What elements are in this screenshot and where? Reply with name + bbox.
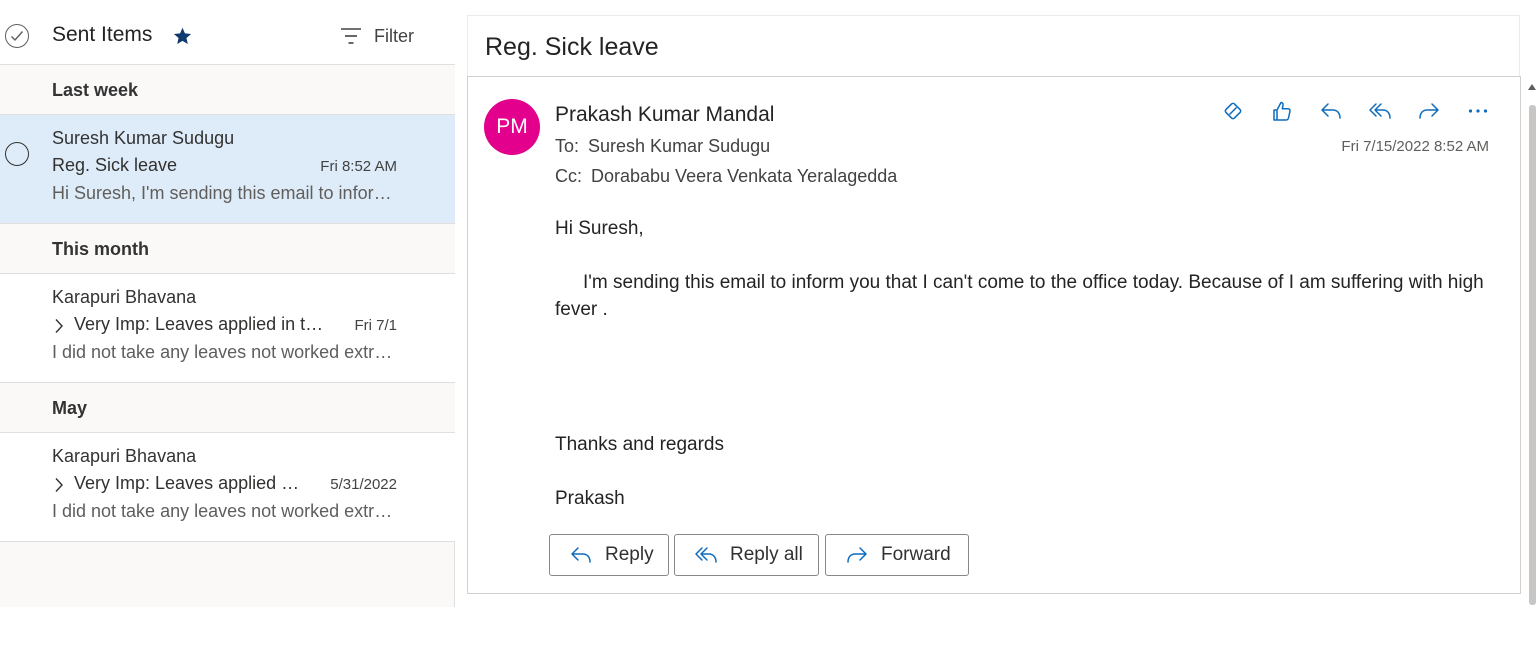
message-subject: Reg. Sick leave: [52, 155, 178, 175]
cc-line: Cc: Dorababu Veera Venkata Yeralagedda: [555, 166, 897, 187]
to-recipient[interactable]: Suresh Kumar Sudugu: [588, 136, 770, 156]
expand-thread-chevron-icon[interactable]: [54, 477, 64, 493]
message-date: Fri 8:52 AM: [320, 158, 397, 175]
cc-recipient[interactable]: Dorababu Veera Venkata Yeralagedda: [591, 166, 897, 186]
immersive-reader-icon[interactable]: [1221, 99, 1245, 123]
message-action-bar: [1196, 99, 1490, 123]
message-sender: Suresh Kumar Sudugu: [52, 128, 235, 148]
reply-all-icon: [695, 547, 717, 563]
favorite-star-icon[interactable]: [173, 27, 192, 45]
group-label: May: [52, 398, 88, 418]
message-subject-row: Reg. Sick leave Fri 8:52 AM: [52, 155, 397, 179]
forward-button[interactable]: Forward: [825, 534, 969, 576]
scrollbar-thumb[interactable]: [1529, 105, 1536, 605]
to-label: To:: [555, 136, 580, 156]
sender-avatar[interactable]: PM: [484, 99, 540, 155]
filter-icon: [341, 28, 361, 44]
message-preview: Hi Suresh, I'm sending this email to inf…: [52, 183, 397, 203]
message-date: 5/31/2022: [330, 476, 397, 493]
message-subject: Very Imp: Leaves applied in the portal: [74, 473, 301, 493]
message-preview: I did not take any leaves not worked ext…: [52, 501, 397, 521]
folder-title: Sent Items: [52, 23, 153, 46]
scroll-up-arrow-icon[interactable]: [1528, 84, 1536, 90]
more-actions-icon[interactable]: [1466, 99, 1490, 123]
message-list-header: Sent Items Filter: [0, 5, 455, 65]
group-header-this-month: This month: [0, 224, 455, 274]
checkmark-icon: [11, 31, 24, 42]
list-item[interactable]: Karapuri Bhavana Very Imp: Leaves applie…: [0, 274, 455, 383]
reply-icon[interactable]: [1319, 99, 1343, 123]
list-item[interactable]: Suresh Kumar Sudugu Reg. Sick leave Fri …: [0, 115, 455, 224]
sender-name[interactable]: Prakash Kumar Mandal: [555, 103, 774, 127]
reply-all-icon[interactable]: [1368, 99, 1392, 123]
reply-button-label: Reply: [605, 544, 654, 565]
filter-label: Filter: [374, 25, 414, 46]
group-header-last-week: Last week: [0, 65, 455, 115]
reply-icon: [571, 547, 591, 563]
forward-icon[interactable]: [1417, 99, 1441, 123]
body-signature: Prakash: [555, 488, 625, 509]
group-label: This month: [52, 239, 149, 259]
select-message-radio[interactable]: [5, 142, 29, 166]
sent-date: Fri 7/15/2022 8:52 AM: [1341, 138, 1489, 155]
reading-pane-subject-bar: Reg. Sick leave: [467, 15, 1520, 76]
message-subject-row: Very Imp: Leaves applied in the portal F…: [52, 314, 397, 338]
group-label: Last week: [52, 80, 139, 100]
message-subject-row: Very Imp: Leaves applied in the portal 5…: [52, 473, 397, 497]
cc-label: Cc:: [555, 166, 582, 186]
reply-all-button-label: Reply all: [730, 544, 803, 565]
body-greeting: Hi Suresh,: [555, 218, 644, 239]
select-all-checkbox[interactable]: [5, 24, 29, 48]
message-list-pane: Sent Items Filter Last week Suresh Kumar…: [0, 5, 455, 607]
group-header-may: May: [0, 383, 455, 433]
mail-subject: Reg. Sick leave: [485, 33, 659, 61]
to-line: To: Suresh Kumar Sudugu: [555, 136, 770, 157]
forward-icon: [847, 547, 867, 563]
message-sender: Karapuri Bhavana: [52, 287, 197, 307]
expand-thread-chevron-icon[interactable]: [54, 318, 64, 334]
reply-all-button[interactable]: Reply all: [674, 534, 819, 576]
message-sender: Karapuri Bhavana: [52, 446, 197, 466]
body-closing: Thanks and regards: [555, 434, 724, 455]
reply-button[interactable]: Reply: [549, 534, 669, 576]
reading-pane-scrollbar[interactable]: [1525, 80, 1538, 608]
filter-button[interactable]: Filter: [340, 23, 414, 49]
message-card: PM Prakash Kumar Mandal To: Suresh Kumar …: [467, 76, 1521, 594]
like-icon[interactable]: [1270, 99, 1294, 123]
message-subject: Very Imp: Leaves applied in the portal: [74, 314, 327, 334]
message-date: Fri 7/1: [354, 317, 397, 334]
forward-button-label: Forward: [881, 544, 951, 565]
body-paragraph: I'm sending this email to inform you tha…: [555, 272, 1484, 320]
list-item[interactable]: Karapuri Bhavana Very Imp: Leaves applie…: [0, 433, 455, 542]
message-preview: I did not take any leaves not worked ext…: [52, 342, 397, 362]
